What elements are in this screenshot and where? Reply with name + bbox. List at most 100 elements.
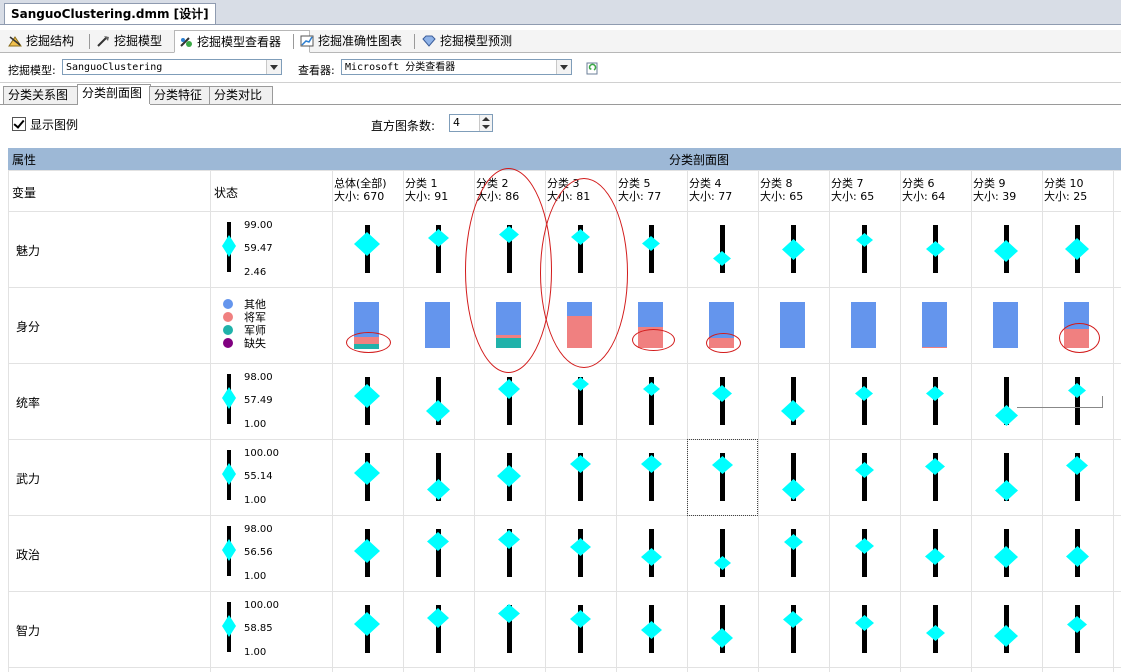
cluster-mean-diamond[interactable] [640, 454, 662, 473]
legend-swatch [223, 325, 233, 335]
cluster-mean-diamond[interactable] [426, 399, 450, 422]
cluster-mean-diamond[interactable] [712, 385, 732, 403]
arrow-up-icon[interactable] [482, 117, 490, 121]
cluster-column-name[interactable]: 分类 8 [760, 178, 793, 190]
tab-mining-structure[interactable]: 挖掘结构 [4, 30, 94, 52]
tab-cluster-discrimination[interactable]: 分类对比 [209, 86, 273, 104]
state-mean-diamond [222, 387, 236, 409]
cluster-mean-diamond[interactable] [426, 478, 450, 500]
tab-mining-model-viewer[interactable]: 挖掘模型查看器 [174, 30, 310, 53]
spinner-buttons[interactable] [479, 115, 492, 131]
cluster-mean-diamond[interactable] [994, 404, 1018, 426]
cluster-mean-diamond[interactable] [783, 534, 803, 551]
arrow-down-icon[interactable] [482, 125, 490, 129]
cluster-mean-diamond[interactable] [642, 382, 660, 396]
cluster-mean-diamond[interactable] [354, 612, 380, 637]
cluster-mean-diamond[interactable] [1065, 238, 1089, 260]
tab-cluster-diagram[interactable]: 分类关系图 [3, 86, 79, 104]
cluster-mean-diamond[interactable] [642, 235, 660, 251]
cluster-column-name[interactable]: 分类 1 [405, 178, 438, 190]
cluster-mean-diamond[interactable] [498, 530, 520, 550]
cluster-column-name[interactable]: 总体(全部) [334, 178, 387, 190]
grid-vline [758, 170, 759, 672]
cluster-mean-diamond[interactable] [498, 379, 520, 399]
cluster-mean-diamond[interactable] [925, 241, 945, 257]
cluster-column-name[interactable]: 分类 10 [1044, 178, 1084, 190]
cluster-mean-diamond[interactable] [781, 478, 805, 500]
viewer-select[interactable]: Microsoft 分类查看器 [341, 59, 572, 75]
cluster-mean-diamond[interactable] [571, 377, 589, 392]
cluster-range-bar[interactable] [862, 225, 867, 273]
tab-cluster-profiles[interactable]: 分类剖面图 [77, 84, 151, 105]
cluster-mean-diamond[interactable] [713, 555, 731, 570]
cluster-mean-diamond[interactable] [640, 620, 662, 639]
cluster-mean-diamond[interactable] [354, 538, 380, 563]
cluster-mean-diamond[interactable] [569, 538, 591, 557]
cluster-mean-diamond[interactable] [781, 399, 805, 422]
cluster-mean-diamond[interactable] [427, 531, 449, 551]
cluster-mean-diamond[interactable] [854, 615, 874, 632]
histogram-segment[interactable] [851, 302, 876, 348]
tab-mining-model[interactable]: 挖掘模型 [92, 30, 184, 52]
cluster-mean-diamond[interactable] [427, 608, 449, 629]
cluster-mean-diamond[interactable] [926, 386, 944, 402]
cluster-mean-diamond[interactable] [781, 238, 805, 260]
cluster-mean-diamond[interactable] [354, 384, 380, 409]
histogram-segment[interactable] [638, 302, 663, 327]
cluster-mean-diamond[interactable] [925, 457, 945, 475]
cluster-mean-diamond[interactable] [855, 386, 873, 402]
cluster-mean-diamond[interactable] [994, 545, 1018, 568]
cluster-mean-diamond[interactable] [497, 464, 521, 487]
histogram-segment[interactable] [780, 302, 805, 348]
cluster-mean-diamond[interactable] [354, 232, 380, 257]
tab-label: 挖掘模型 [114, 34, 163, 48]
cluster-mean-diamond[interactable] [713, 251, 731, 267]
cluster-mean-diamond[interactable] [427, 229, 449, 248]
cluster-mean-diamond[interactable] [1068, 382, 1086, 398]
mining-model-select[interactable]: SanguoClustering [62, 59, 282, 75]
histogram-segment[interactable] [922, 302, 947, 347]
cluster-column-name[interactable]: 分类 7 [831, 178, 864, 190]
state-mean-value: 58.85 [244, 623, 273, 634]
cluster-mean-diamond[interactable] [855, 233, 873, 248]
tab-cluster-characteristics[interactable]: 分类特征 [149, 86, 213, 104]
tab-accuracy-chart[interactable]: 挖掘准确性图表 [296, 30, 430, 52]
cluster-mean-diamond[interactable] [925, 624, 945, 641]
annotation-ellipse [346, 332, 391, 353]
cluster-mean-diamond[interactable] [498, 604, 520, 624]
refresh-icon[interactable] [586, 61, 599, 75]
cluster-mean-diamond[interactable] [1065, 546, 1089, 568]
cluster-mean-diamond[interactable] [994, 479, 1018, 501]
cluster-mean-diamond[interactable] [783, 610, 803, 628]
cluster-mean-diamond[interactable] [925, 548, 945, 566]
tab-prediction[interactable]: 挖掘模型预测 [418, 30, 540, 52]
cluster-mean-diamond[interactable] [569, 454, 591, 473]
cluster-column-name[interactable]: 分类 5 [618, 178, 651, 190]
legend-label: 将军 [244, 311, 266, 324]
cluster-mean-diamond[interactable] [994, 625, 1018, 648]
cluster-column-name[interactable]: 分类 4 [689, 178, 722, 190]
histogram-bars-spinner[interactable]: 4 [449, 114, 493, 132]
show-legend-checkbox[interactable] [12, 117, 26, 131]
cluster-mean-diamond[interactable] [854, 537, 874, 554]
cluster-mean-diamond[interactable] [354, 461, 380, 486]
cluster-mean-diamond[interactable] [854, 461, 874, 478]
cluster-mean-diamond[interactable] [569, 610, 591, 629]
chevron-down-icon[interactable] [266, 60, 281, 74]
cluster-mean-diamond[interactable] [994, 240, 1018, 263]
cluster-mean-diamond[interactable] [1066, 455, 1088, 475]
cluster-mean-diamond[interactable] [1067, 615, 1087, 633]
histogram-segment[interactable] [922, 347, 947, 348]
cluster-column-name[interactable]: 分类 6 [902, 178, 935, 190]
cluster-mean-diamond[interactable] [711, 627, 733, 648]
tooltip-leader-line [1017, 407, 1103, 408]
legend-label: 缺失 [244, 337, 266, 350]
histogram-segment[interactable] [425, 302, 450, 348]
chevron-down-icon[interactable] [556, 60, 571, 74]
cluster-mean-diamond[interactable] [640, 547, 662, 566]
histogram-segment[interactable] [993, 302, 1018, 348]
legend-swatch [223, 338, 233, 348]
grid-hline [8, 439, 1121, 440]
document-tab[interactable]: SanguoClustering.dmm [设计] [4, 3, 216, 24]
cluster-column-name[interactable]: 分类 9 [973, 178, 1006, 190]
